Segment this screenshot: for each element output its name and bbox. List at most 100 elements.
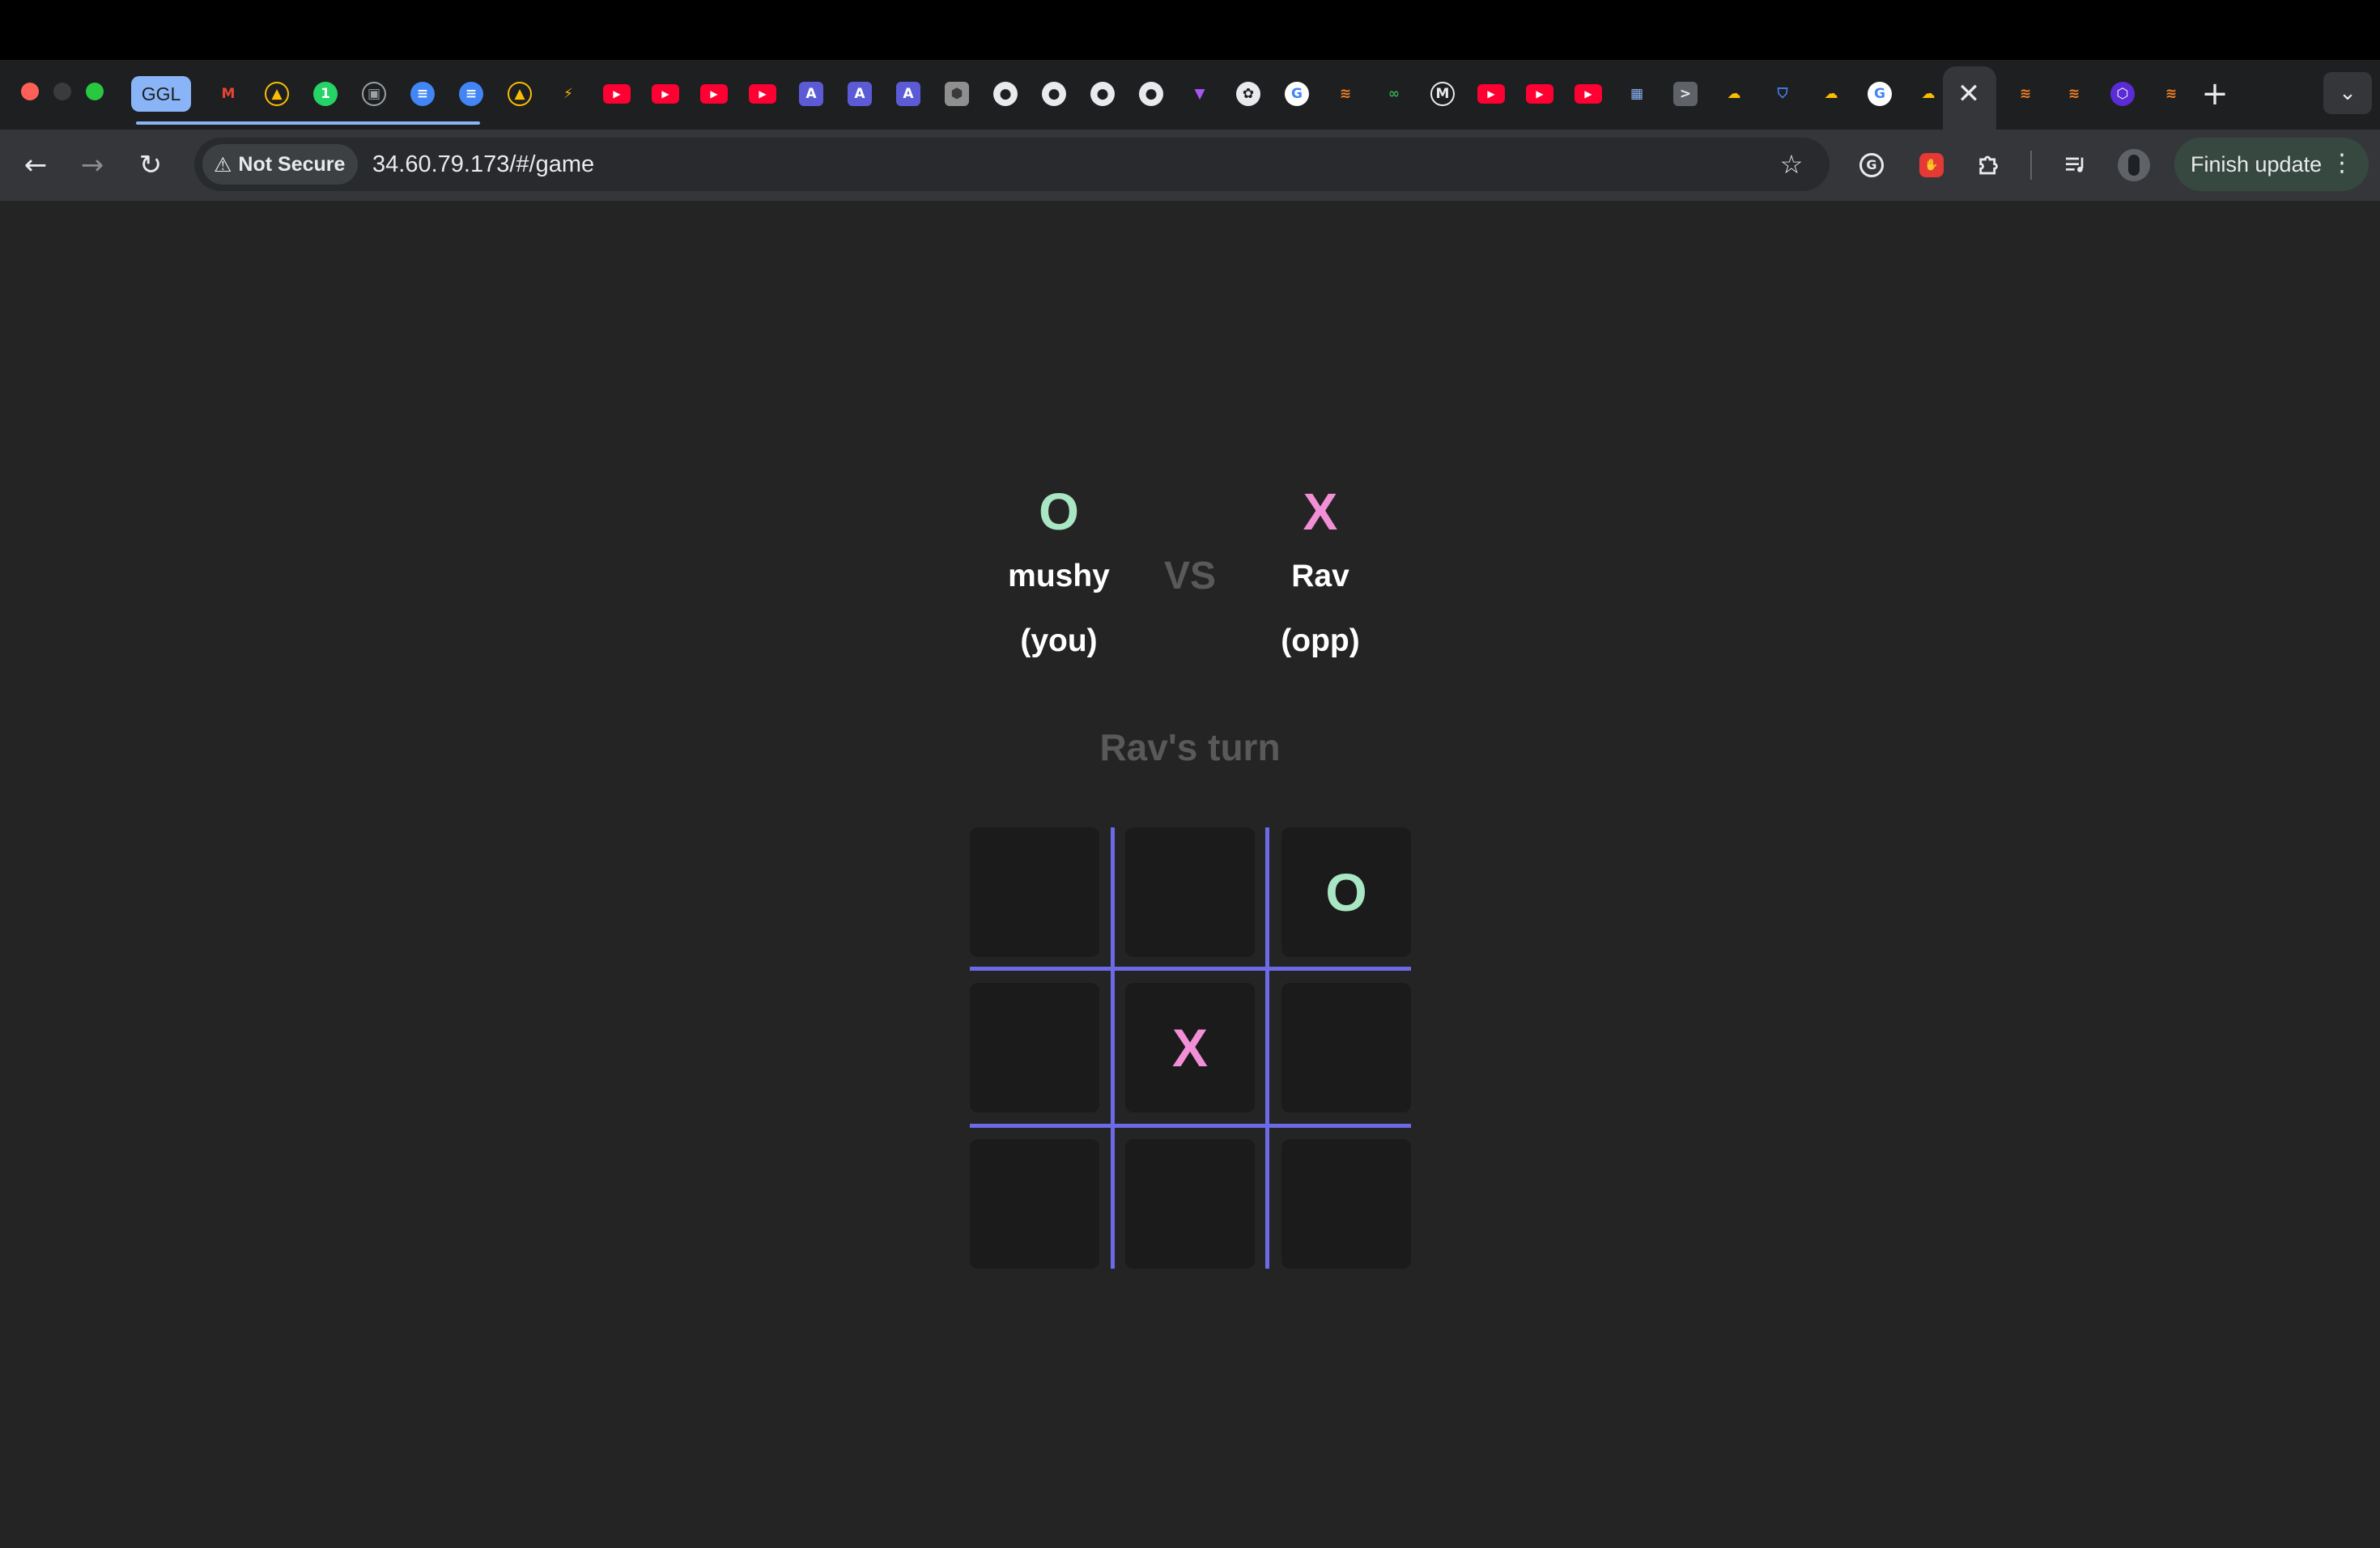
tab-github[interactable]: ● <box>989 78 1022 110</box>
grammarly-icon[interactable]: G <box>1854 147 1889 183</box>
back-button[interactable]: ← <box>15 144 57 186</box>
tab-youtube[interactable]: ▶ <box>601 78 633 110</box>
board-cell[interactable] <box>1125 1139 1255 1269</box>
board-cell[interactable] <box>1281 983 1411 1112</box>
cube-icon: ⬢ <box>945 82 969 106</box>
tab-youtube[interactable]: ▶ <box>1572 78 1604 110</box>
tab-m[interactable]: M <box>1426 78 1459 110</box>
board-cell[interactable]: X <box>1125 983 1255 1112</box>
lightning-icon: ⚡ <box>563 85 573 102</box>
close-window-button[interactable] <box>21 83 39 100</box>
tab-google-drive[interactable]: ▲ <box>261 78 293 110</box>
tab-terminal[interactable]: > <box>1669 78 1702 110</box>
google-drive-icon: ▲ <box>265 82 289 106</box>
tab-github[interactable]: ● <box>1086 78 1119 110</box>
tab-docs[interactable]: ≡ <box>406 78 439 110</box>
app-icon: A <box>848 82 872 106</box>
tab-stack[interactable]: ≋ <box>1329 78 1362 110</box>
tab-youtube[interactable]: ▶ <box>649 78 682 110</box>
player-opponent-name: Rav <box>1291 559 1349 593</box>
adblock-icon[interactable]: ✋ <box>1914 147 1949 183</box>
close-tab-icon[interactable]: ✕ <box>1954 78 1983 110</box>
tab-search-button[interactable]: ⌄ <box>2323 72 2372 114</box>
tab-screen[interactable]: ▣ <box>358 78 390 110</box>
tab-cube[interactable]: ⬢ <box>941 78 973 110</box>
reload-button[interactable]: ↻ <box>130 144 172 186</box>
profile-avatar[interactable] <box>2116 147 2152 183</box>
board-cell[interactable] <box>1125 827 1255 957</box>
board-cell[interactable] <box>970 983 1099 1112</box>
tab-vite[interactable]: ▼ <box>1184 78 1216 110</box>
tab-app[interactable]: A <box>844 78 876 110</box>
tab-google-drive[interactable]: ▲ <box>504 78 536 110</box>
board-cell[interactable] <box>970 827 1099 957</box>
youtube-icon: ▶ <box>652 84 679 104</box>
shield-icon: ⛉ <box>1777 85 1788 102</box>
zoom-window-button[interactable] <box>86 83 104 100</box>
tab-stack[interactable]: ≋ <box>2058 78 2090 110</box>
tab-gmail[interactable]: M <box>212 78 244 110</box>
tab-openai[interactable]: ✿ <box>1232 78 1264 110</box>
turn-status: Rav's turn <box>1099 726 1281 768</box>
kebab-menu-icon[interactable]: ⋮ <box>2330 149 2354 177</box>
tab-youtube[interactable]: ▶ <box>698 78 730 110</box>
tab-cloud[interactable]: ☁ <box>1912 78 1944 110</box>
menu-bar <box>0 0 2380 60</box>
grid-line-horizontal <box>970 967 1411 971</box>
tab-group-ggl[interactable]: GGL <box>131 76 191 112</box>
github-icon: ● <box>1042 82 1066 106</box>
minimize-window-button[interactable] <box>53 83 71 100</box>
tab-cloud[interactable]: ☁ <box>1718 78 1750 110</box>
warning-icon: ⚠ <box>214 152 232 176</box>
tab-shield[interactable]: ⛉ <box>1766 78 1799 110</box>
tab-whatsapp[interactable]: 1 <box>309 78 342 110</box>
forward-button[interactable]: → <box>71 144 113 186</box>
stack-icon: ≋ <box>1339 85 1352 102</box>
player-opponent-role: (opp) <box>1281 623 1360 658</box>
player-you-role: (you) <box>1020 623 1098 658</box>
tab-google[interactable]: G <box>1281 78 1313 110</box>
tab-app[interactable]: A <box>892 78 924 110</box>
tab-app[interactable]: A <box>795 78 827 110</box>
tab-group-underline <box>136 121 480 125</box>
tab-youtube[interactable]: ▶ <box>1475 78 1507 110</box>
tab-cloud[interactable]: ☁ <box>1815 78 1847 110</box>
tab-docs[interactable]: ≡ <box>455 78 487 110</box>
docs-icon: ≡ <box>459 82 483 106</box>
tab-github[interactable]: ● <box>1135 78 1167 110</box>
tab-link[interactable]: ∞ <box>1378 78 1410 110</box>
media-control-icon[interactable] <box>2058 147 2093 183</box>
extensions-puzzle-icon[interactable] <box>1972 147 2008 183</box>
cloud-icon: ☁ <box>1727 85 1741 102</box>
bookmark-star-icon[interactable]: ☆ <box>1773 146 1810 183</box>
github-icon: ● <box>993 82 1018 106</box>
youtube-icon: ▶ <box>749 84 776 104</box>
tab-hex[interactable]: ⬡ <box>2106 78 2139 110</box>
grid-line-horizontal <box>970 1124 1411 1128</box>
tab-stack[interactable]: ≋ <box>2155 78 2187 110</box>
youtube-icon: ▶ <box>603 84 631 104</box>
tab-stack[interactable]: ≋ <box>2009 78 2042 110</box>
url-text[interactable]: 34.60.79.173/#/game <box>372 147 594 181</box>
tab-lightning[interactable]: ⚡ <box>552 78 584 110</box>
tab-google[interactable]: G <box>1864 78 1896 110</box>
board-cell[interactable]: O <box>1281 827 1411 957</box>
terminal-icon: > <box>1673 82 1698 106</box>
tab-chip[interactable]: ▦ <box>1621 78 1653 110</box>
player-you: O mushy (you) <box>978 481 1140 661</box>
player-you-name: mushy <box>1008 559 1110 593</box>
chip-icon: ▦ <box>1630 85 1644 102</box>
finish-update-button[interactable]: Finish update ⋮ <box>2174 138 2369 191</box>
tab-youtube[interactable]: ▶ <box>746 78 779 110</box>
openai-icon: ✿ <box>1236 82 1260 106</box>
new-tab-button[interactable]: + <box>2195 74 2234 113</box>
board-cell[interactable] <box>970 1139 1099 1269</box>
security-chip[interactable]: ⚠ Not Secure <box>202 144 358 185</box>
google-icon: G <box>1285 82 1309 106</box>
tab-youtube[interactable]: ▶ <box>1524 78 1556 110</box>
youtube-icon: ▶ <box>700 84 728 104</box>
grid-line-vertical <box>1265 827 1269 1269</box>
tab-github[interactable]: ● <box>1038 78 1070 110</box>
cloud-icon: ☁ <box>1824 85 1838 102</box>
board-cell[interactable] <box>1281 1139 1411 1269</box>
